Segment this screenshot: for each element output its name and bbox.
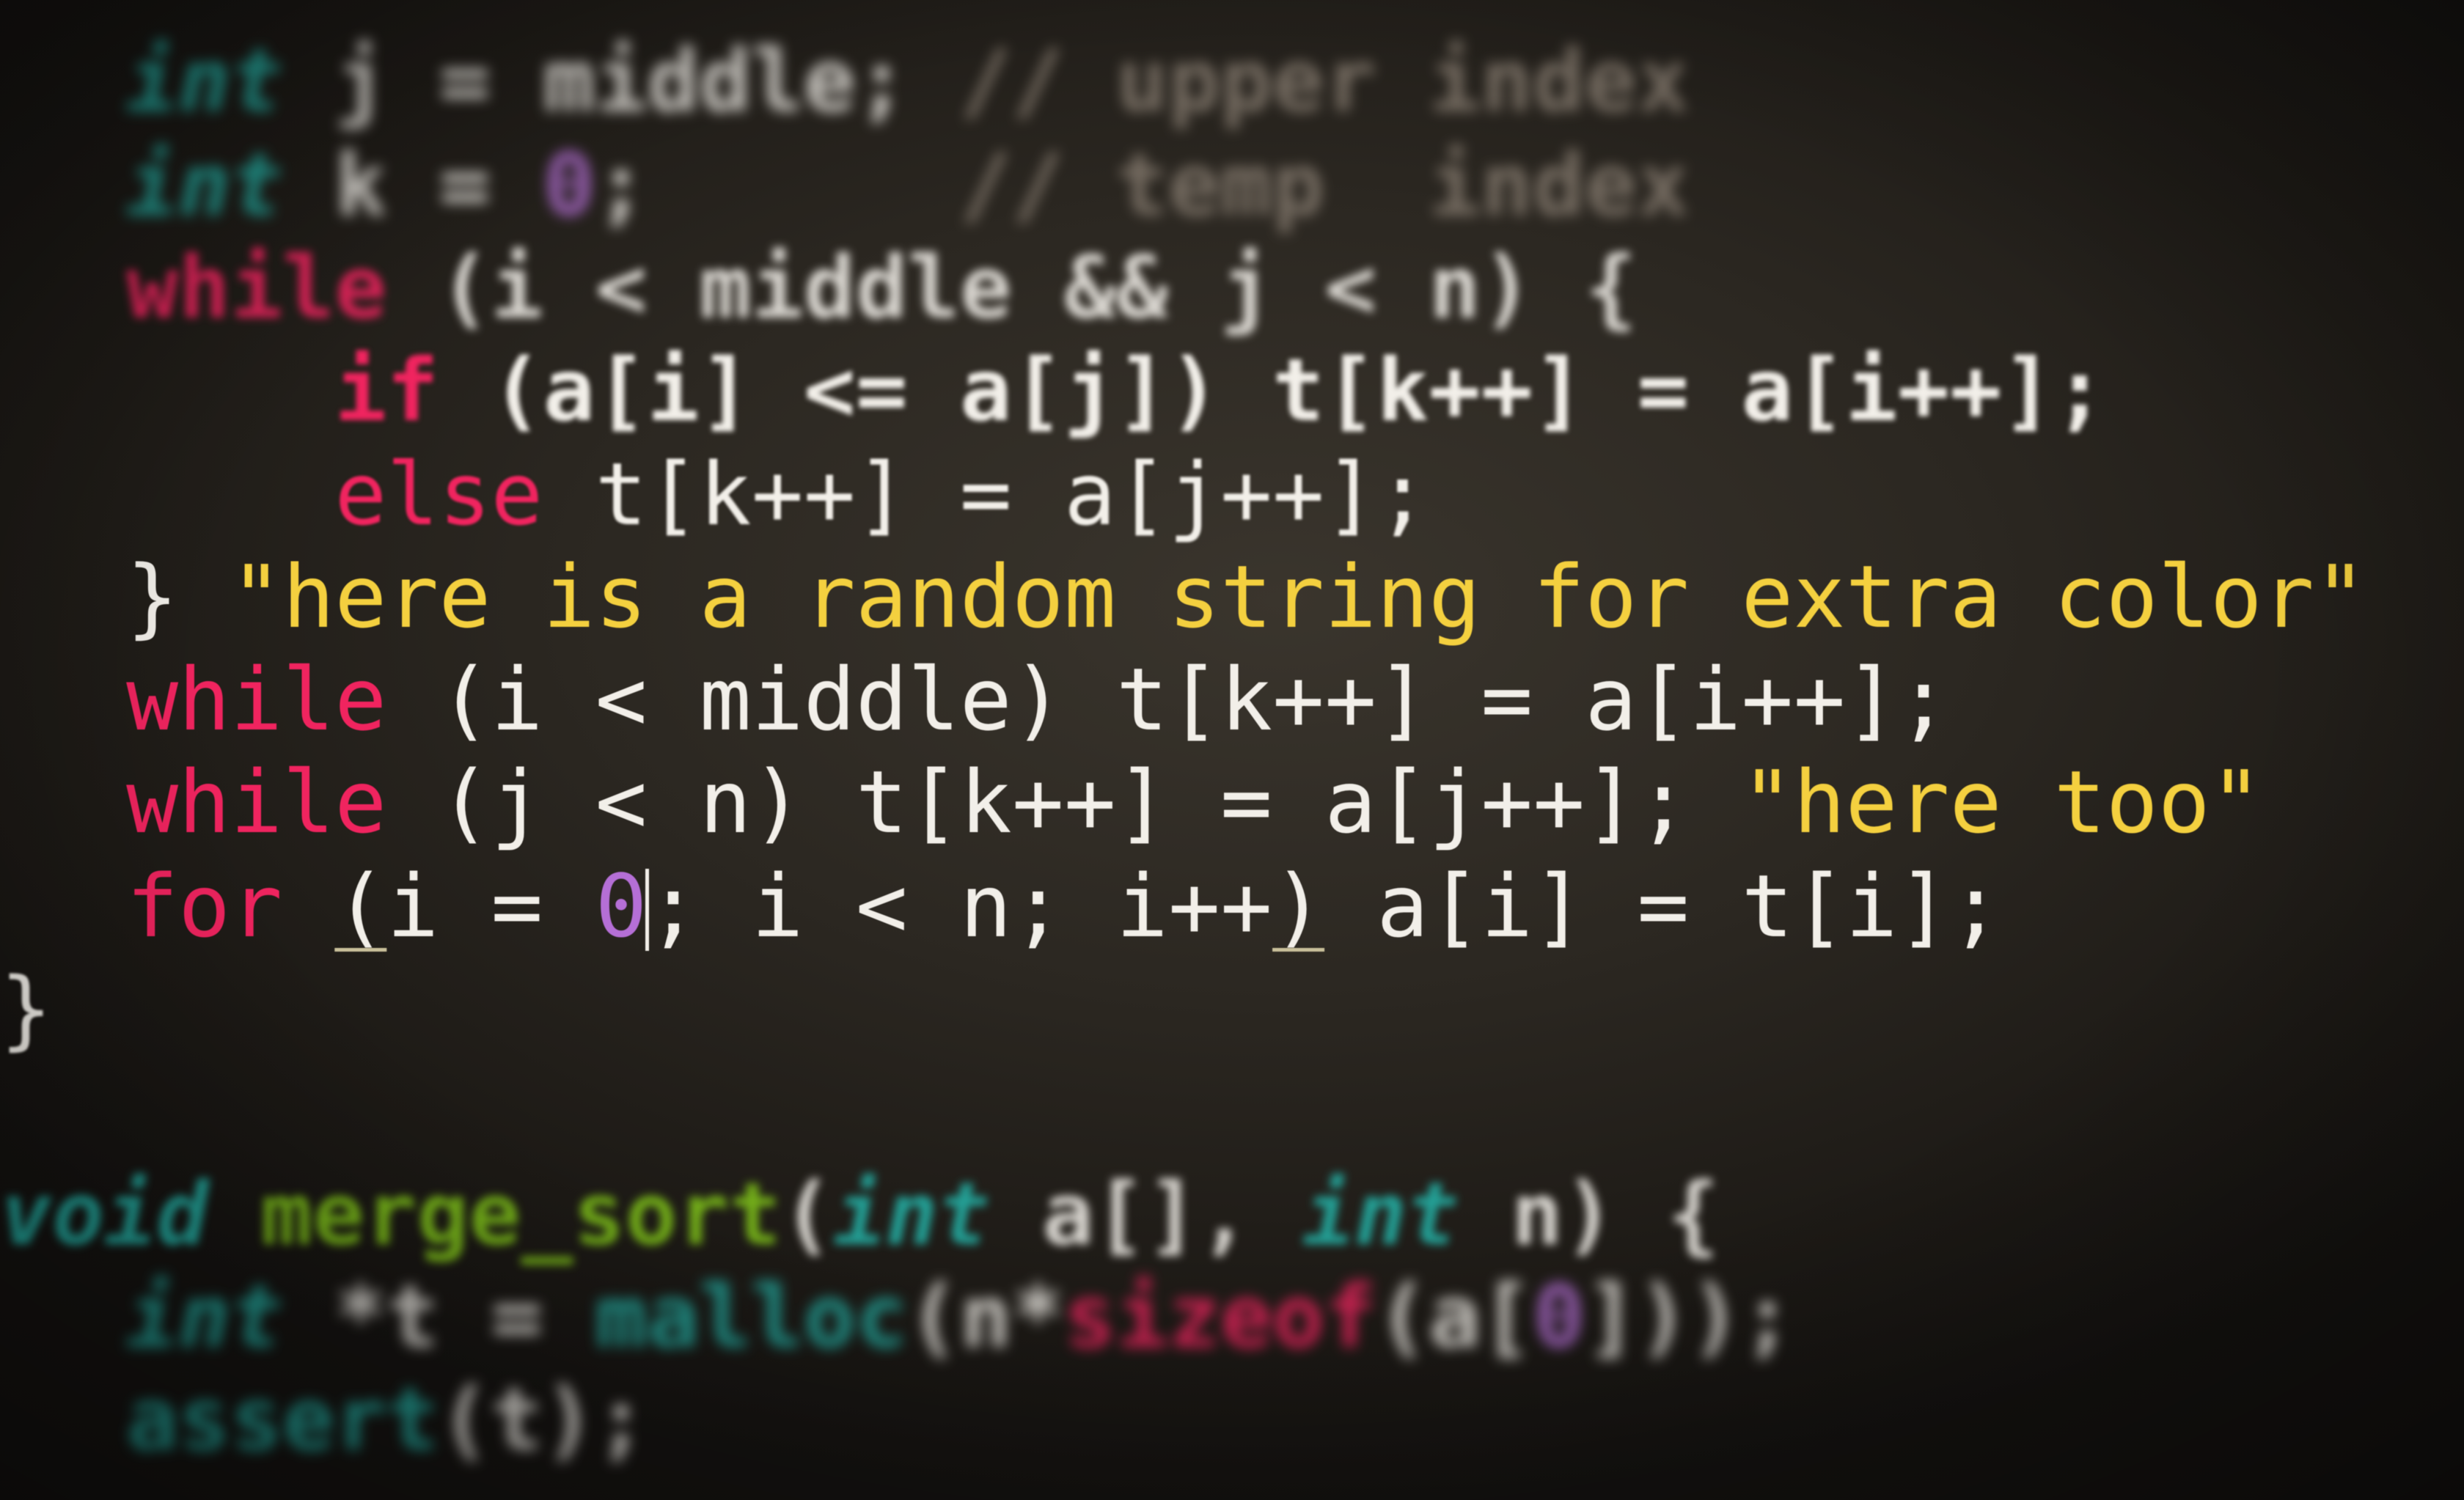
- code-token-plain: (a[: [1376, 1266, 1533, 1367]
- code-token-number: 0: [1533, 1266, 1585, 1367]
- code-token-comment: // temp index: [959, 134, 1690, 235]
- code-token-type: int: [126, 30, 283, 131]
- code-line-3[interactable]: while (i < middle && j < n) {: [22, 236, 1637, 339]
- code-line-10[interactable]: }: [0, 957, 52, 1060]
- code-token-plain: (: [781, 1163, 834, 1265]
- code-token-plain: ): [1272, 856, 1325, 957]
- code-line-4[interactable]: if (a[i] <= a[j]) t[k++] = a[i++];: [22, 339, 2106, 441]
- code-line-1[interactable]: int j = middle; // upper index: [22, 29, 1689, 132]
- code-token-type: int: [833, 1163, 990, 1265]
- code-line-2[interactable]: int k = 0; // temp index: [22, 133, 1689, 236]
- code-token-plain: }: [22, 546, 231, 647]
- code-line-8[interactable]: while (j < n) t[k++] = a[j++]; "here too…: [22, 751, 2262, 853]
- code-token-plain: (a[i] <= a[j]) t[k++] = a[i++];: [439, 339, 2106, 441]
- code-token-plain: *t =: [282, 1266, 595, 1367]
- code-line-12[interactable]: void merge_sort(int a[], int n) {: [0, 1163, 1719, 1265]
- code-token-keyword: while: [126, 237, 387, 338]
- code-token-plain: (j < n) t[k++] = a[j++];: [386, 751, 1742, 853]
- code-token-keyword: for: [126, 856, 283, 957]
- code-token-plain: (i < middle) t[k++] = a[i++];: [386, 649, 1950, 750]
- code-token-type: int: [126, 134, 283, 235]
- code-token-plain: ;: [595, 134, 960, 235]
- code-line-7[interactable]: while (i < middle) t[k++] = a[i++];: [22, 648, 1950, 751]
- code-token-plain: a[],: [989, 1163, 1303, 1265]
- code-token-function: merge_sort: [260, 1163, 782, 1265]
- code-line-13[interactable]: int *t = malloc(n*sizeof(a[0]));: [22, 1265, 1794, 1368]
- code-token-type: assert: [126, 1369, 439, 1470]
- code-line-9[interactable]: for (i = 0; i < n; i++) a[i] = t[i];: [22, 855, 2002, 957]
- code-token-plain: (: [334, 856, 387, 957]
- code-token-number: 0: [543, 134, 595, 235]
- code-token-keyword: while: [126, 751, 387, 853]
- code-token-type: int: [126, 1266, 283, 1367]
- code-token-type: void: [0, 1163, 209, 1265]
- code-token-plain: (t);: [439, 1369, 648, 1470]
- code-token-keyword: while: [126, 649, 387, 750]
- code-token-keyword: if: [334, 339, 439, 441]
- code-token-plain: ]));: [1585, 1266, 1794, 1367]
- code-token-plain: }: [0, 958, 53, 1059]
- code-token-type: int: [1302, 1163, 1459, 1265]
- code-token-number: 0: [595, 856, 648, 957]
- code-token-comment: // upper index: [959, 30, 1690, 131]
- code-token-plain: i =: [386, 856, 595, 957]
- code-token-plain: a[i] = t[i];: [1324, 856, 2002, 957]
- code-token-keyword: sizeof: [1063, 1266, 1377, 1367]
- code-token-plain: t[k++] = a[j++];: [543, 444, 1429, 545]
- code-token-plain: j = middle;: [282, 30, 960, 131]
- code-editor[interactable]: int j = middle; // upper index int k = 0…: [0, 0, 2464, 1500]
- code-token-type: malloc: [595, 1266, 908, 1367]
- code-token-plain: (i < middle && j < n) {: [386, 237, 1638, 338]
- code-token-string: "here too": [1741, 751, 2262, 853]
- code-line-5[interactable]: else t[k++] = a[j++];: [22, 443, 1429, 545]
- code-token-plain: k =: [282, 134, 543, 235]
- code-line-14[interactable]: assert(t);: [22, 1368, 648, 1471]
- code-token-string: "here is a random string for extra color…: [230, 546, 2366, 647]
- code-token-plain: ; i < n; i++: [647, 856, 1273, 957]
- code-token-keyword: else: [334, 444, 543, 545]
- code-line-6[interactable]: } "here is a random string for extra col…: [22, 545, 2366, 648]
- code-token-plain: (n*: [907, 1266, 1064, 1367]
- code-token-plain: n) {: [1459, 1163, 1720, 1265]
